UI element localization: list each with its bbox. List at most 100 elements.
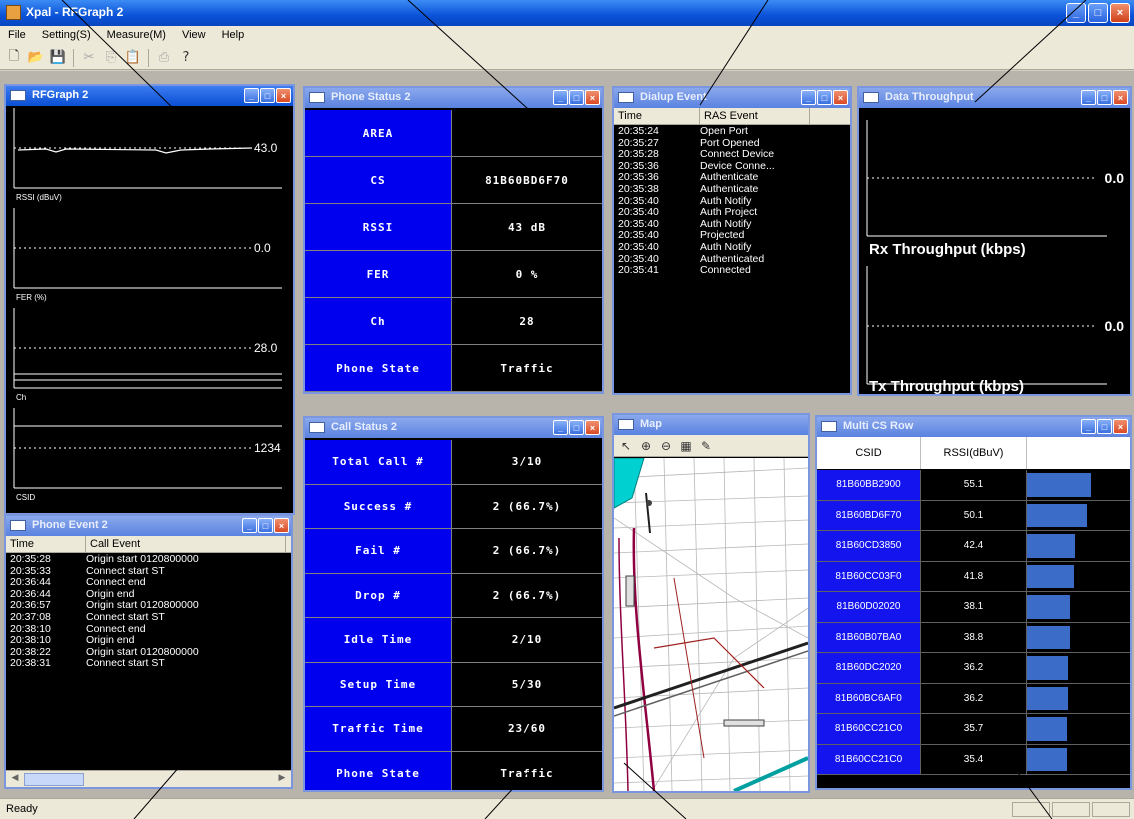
rfgraph-window: RFGraph 2 _ □ × 43.0 RSSI (dBuV) 0.0 FER (%… bbox=[4, 84, 295, 515]
list-item[interactable]: 20:35:38 Authenticate bbox=[614, 183, 850, 196]
new-button[interactable]: 🗋 bbox=[4, 48, 24, 68]
call-status-minimize-button[interactable]: _ bbox=[553, 420, 568, 435]
throughput-maximize-button[interactable]: □ bbox=[1097, 90, 1112, 105]
cs-row[interactable]: 81B60B07BA0 38.8 bbox=[817, 622, 1130, 653]
map-zoom-out-button[interactable]: ⊖ bbox=[658, 438, 674, 454]
dialup-event-title: Dialup Event bbox=[640, 91, 707, 103]
cs-row[interactable]: 81B60DC2020 36.2 bbox=[817, 653, 1130, 684]
close-icon: × bbox=[1117, 92, 1124, 103]
cs-row[interactable]: 81B60BB2900 55.1 bbox=[817, 470, 1130, 501]
list-item[interactable]: 20:38:31 Connect start ST bbox=[6, 658, 291, 670]
list-item[interactable]: 20:35:40 Auth Notify bbox=[614, 241, 850, 254]
phone-event-title-bar[interactable]: Phone Event 2 _ □ × bbox=[6, 516, 291, 536]
throughput-minimize-button[interactable]: _ bbox=[1081, 90, 1096, 105]
column-header-ras-event[interactable]: RAS Event bbox=[700, 108, 810, 124]
column-header-csid[interactable]: CSID bbox=[817, 437, 921, 469]
minimize-icon: _ bbox=[1072, 7, 1080, 19]
multi-cs-close-button[interactable]: × bbox=[1113, 419, 1128, 434]
status-label: FER bbox=[305, 251, 452, 297]
cs-row[interactable]: 81B60BD6F70 50.1 bbox=[817, 500, 1130, 531]
throughput-close-button[interactable]: × bbox=[1113, 90, 1128, 105]
map-grid-button[interactable]: ▦ bbox=[678, 438, 694, 454]
rfgraph-minimize-button[interactable]: _ bbox=[244, 88, 259, 103]
column-header-time[interactable]: Time bbox=[614, 108, 700, 124]
rfgraph-close-button[interactable]: × bbox=[276, 88, 291, 103]
list-item[interactable]: 20:35:28 Origin start 0120800000 bbox=[6, 553, 291, 566]
map-pointer-button[interactable]: ↖ bbox=[618, 438, 634, 454]
cs-row[interactable]: 81B60CC03F0 41.8 bbox=[817, 561, 1130, 592]
call-status-close-button[interactable]: × bbox=[585, 420, 600, 435]
close-button[interactable]: × bbox=[1110, 3, 1130, 23]
status-value: Traffic bbox=[452, 345, 602, 391]
cs-row[interactable]: 81B60BC6AF0 36.2 bbox=[817, 683, 1130, 714]
multi-cs-maximize-button[interactable]: □ bbox=[1097, 419, 1112, 434]
call-status-maximize-button[interactable]: □ bbox=[569, 420, 584, 435]
phone-status-maximize-button[interactable]: □ bbox=[569, 90, 584, 105]
cs-row[interactable]: 81B60CC21C0 35.7 bbox=[817, 714, 1130, 745]
cs-bar-cell bbox=[1027, 470, 1130, 500]
status-pane bbox=[1052, 802, 1090, 817]
dialup-maximize-button[interactable]: □ bbox=[817, 90, 832, 105]
list-item[interactable]: 20:37:08 Connect start ST bbox=[6, 611, 291, 624]
menu-view[interactable]: View bbox=[174, 26, 214, 46]
menu-help[interactable]: Help bbox=[214, 26, 253, 46]
menu-setting[interactable]: Setting(S) bbox=[34, 26, 99, 46]
phone-status-minimize-button[interactable]: _ bbox=[553, 90, 568, 105]
list-item[interactable]: 20:35:40 Auth Project bbox=[614, 207, 850, 219]
column-header-time[interactable]: Time bbox=[6, 536, 86, 552]
cs-row[interactable]: 81B60D02020 38.1 bbox=[817, 592, 1130, 623]
multi-cs-title-bar[interactable]: Multi CS Row _ □ × bbox=[817, 417, 1130, 437]
list-item[interactable]: 20:38:10 Origin end bbox=[6, 635, 291, 647]
maximize-button[interactable]: □ bbox=[1088, 3, 1108, 23]
call-status-title-bar[interactable]: Call Status 2 _ □ × bbox=[305, 418, 602, 438]
event-text: Connected bbox=[700, 264, 751, 277]
rx-throughput-value: 0.0 bbox=[1104, 170, 1124, 186]
about-button[interactable]: ? bbox=[176, 48, 196, 68]
menu-file[interactable]: File bbox=[0, 26, 34, 46]
minimize-button[interactable]: _ bbox=[1066, 3, 1086, 23]
print-button[interactable]: ⎙ bbox=[154, 48, 174, 68]
list-item[interactable]: 20:35:24 Open Port bbox=[614, 125, 850, 138]
copy-button[interactable]: ⎘ bbox=[101, 48, 121, 68]
phone-status-close-button[interactable]: × bbox=[585, 90, 600, 105]
cs-id: 81B60D02020 bbox=[817, 592, 921, 622]
list-item[interactable]: 20:35:41 Connected bbox=[614, 265, 850, 277]
cs-row[interactable]: 81B60CC21C0 35.4 bbox=[817, 744, 1130, 775]
app-title-bar[interactable]: Xpal - RFGraph 2 _ □ × bbox=[0, 0, 1134, 26]
dialup-close-button[interactable]: × bbox=[833, 90, 848, 105]
map-edit-button[interactable]: ✎ bbox=[698, 438, 714, 454]
map-zoom-in-button[interactable]: ⊕ bbox=[638, 438, 654, 454]
dialup-event-title-bar[interactable]: Dialup Event _ □ × bbox=[614, 88, 850, 108]
map-title-bar[interactable]: Map bbox=[614, 415, 808, 435]
scrollbar-thumb[interactable] bbox=[24, 773, 84, 786]
scroll-left-icon[interactable]: ◀ bbox=[8, 773, 22, 786]
cs-rssi: 38.8 bbox=[921, 622, 1027, 652]
dialup-minimize-button[interactable]: _ bbox=[801, 90, 816, 105]
multi-cs-minimize-button[interactable]: _ bbox=[1081, 419, 1096, 434]
phone-status-title-bar[interactable]: Phone Status 2 _ □ × bbox=[305, 88, 602, 108]
cut-button[interactable]: ✂ bbox=[79, 48, 99, 68]
phone-event-close-button[interactable]: × bbox=[274, 518, 289, 533]
cs-rssi: 55.1 bbox=[921, 470, 1027, 500]
save-button[interactable]: 💾 bbox=[48, 48, 68, 68]
phone-event-minimize-button[interactable]: _ bbox=[242, 518, 257, 533]
rfgraph-title-bar[interactable]: RFGraph 2 _ □ × bbox=[6, 86, 293, 106]
rfgraph-maximize-button[interactable]: □ bbox=[260, 88, 275, 103]
open-button[interactable]: 📂 bbox=[26, 48, 46, 68]
menu-measure[interactable]: Measure(M) bbox=[99, 26, 174, 46]
map-canvas[interactable] bbox=[614, 457, 808, 791]
horizontal-scrollbar[interactable]: ◀ ▶ bbox=[6, 770, 291, 787]
column-header-call-event[interactable]: Call Event bbox=[86, 536, 286, 552]
paste-button[interactable]: 📋 bbox=[123, 48, 143, 68]
status-value bbox=[452, 110, 602, 156]
maximize-icon: □ bbox=[264, 90, 271, 101]
window-icon bbox=[863, 92, 879, 103]
column-header-rssi[interactable]: RSSI(dBuV) bbox=[921, 437, 1027, 469]
cs-rssi: 35.4 bbox=[921, 744, 1027, 774]
data-throughput-title-bar[interactable]: Data Throughput _ □ × bbox=[859, 88, 1130, 108]
street-map[interactable] bbox=[614, 457, 808, 791]
scroll-right-icon[interactable]: ▶ bbox=[275, 773, 289, 786]
cs-id: 81B60CC03F0 bbox=[817, 561, 921, 591]
phone-event-maximize-button[interactable]: □ bbox=[258, 518, 273, 533]
cs-row[interactable]: 81B60CD3850 42.4 bbox=[817, 531, 1130, 562]
